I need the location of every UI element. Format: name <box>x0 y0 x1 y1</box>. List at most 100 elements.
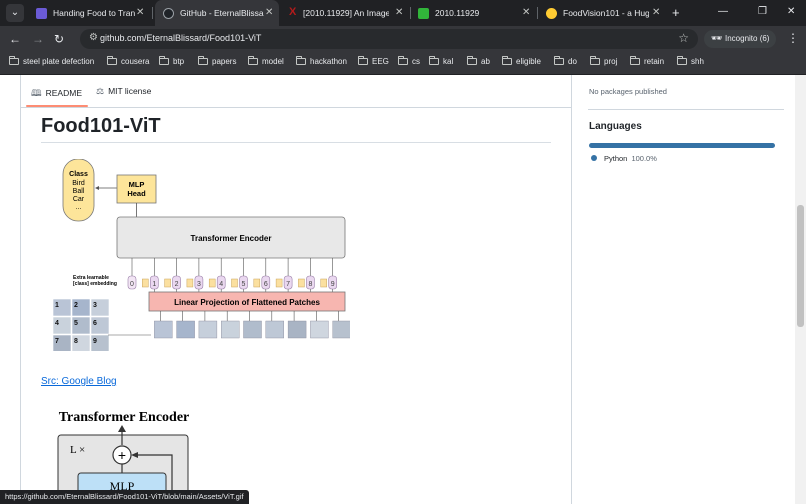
flattened-patch <box>265 320 285 339</box>
reload-icon[interactable]: ↻ <box>54 32 64 46</box>
position-embedding-box <box>142 278 149 288</box>
github-page: 🕮 README ⚖ MIT license Food101-ViT Class B… <box>0 75 806 504</box>
bookmark-folder[interactable]: ab <box>467 56 490 70</box>
language-name: Python <box>604 154 628 163</box>
position-embedding-box <box>253 278 261 288</box>
patch-number: 6 <box>93 320 97 327</box>
folder-icon <box>107 56 117 65</box>
folder-icon <box>590 56 600 65</box>
bookmark-folder[interactable]: eligible <box>502 56 541 70</box>
bookmark-folder[interactable]: papers <box>198 56 236 70</box>
tab-close-icon[interactable]: ✕ <box>652 7 660 18</box>
bookmark-folder[interactable]: retain <box>630 56 664 70</box>
token-index: 3 <box>197 281 201 288</box>
languages-heading: Languages <box>589 121 642 132</box>
tab-readme[interactable]: 🕮 README <box>31 86 82 102</box>
address-bar[interactable]: ⚙ github.com/EternalBlissard/Food101-ViT… <box>80 29 698 49</box>
menu-icon[interactable]: ⋮ <box>787 31 799 45</box>
tab-license[interactable]: ⚖ MIT license <box>96 86 151 97</box>
vit-architecture-image: Class Bird Ball Car ... MLP Head Transfo… <box>52 159 350 351</box>
position-embedding-box <box>231 278 238 288</box>
position-embedding-box <box>186 278 194 288</box>
token-index: 8 <box>308 281 312 288</box>
folder-icon <box>358 56 368 65</box>
class-item: Ball <box>73 188 85 195</box>
bookmark-folder[interactable]: btp <box>159 56 184 70</box>
tab-handing-food[interactable]: Handing Food to Transf ✕ <box>28 0 150 26</box>
plus-sign: + <box>118 447 126 463</box>
bookmark-folder[interactable]: hackathon <box>296 56 347 70</box>
no-packages-text: No packages published <box>589 87 667 96</box>
flattened-patch <box>332 320 350 339</box>
site-info-icon[interactable]: ⚙ <box>89 32 98 43</box>
folder-icon <box>198 56 208 65</box>
tab-foodvision[interactable]: FoodVision101 - a Huggi ✕ <box>538 0 666 26</box>
tab-pdf[interactable]: 2010.11929 ✕ <box>410 0 536 26</box>
patch-number: 3 <box>93 302 97 309</box>
sidebar-divider <box>588 109 784 110</box>
tab-close-icon[interactable]: ✕ <box>136 7 144 18</box>
bookmark-folder[interactable]: kal <box>429 56 453 70</box>
bookmark-folder[interactable]: shh <box>677 56 704 70</box>
lx-label: L × <box>70 444 85 456</box>
mlp-head-label: Head <box>127 189 146 198</box>
url-text: github.com/EternalBlissard/Food101-ViT <box>100 33 262 43</box>
tab-close-icon[interactable]: ✕ <box>265 7 273 18</box>
flattened-patch <box>198 320 218 339</box>
language-python[interactable]: Python 100.0% <box>591 154 657 163</box>
patch-number: 8 <box>74 338 78 345</box>
folder-icon <box>630 56 640 65</box>
token-index: 2 <box>175 281 179 288</box>
folder-icon <box>159 56 169 65</box>
scrollbar-thumb[interactable] <box>797 205 804 327</box>
class-item: ... <box>76 204 82 211</box>
bookmark-folder[interactable]: proj <box>590 56 617 70</box>
encoder-figure-title: Transformer Encoder <box>59 410 190 425</box>
minimize-icon[interactable]: — <box>718 6 728 17</box>
mlp-head-label: MLP <box>129 180 145 189</box>
incognito-label: Incognito (6) <box>725 34 770 43</box>
bookmark-star-icon[interactable]: ☆ <box>678 31 689 45</box>
language-color-dot <box>591 155 597 161</box>
incognito-button[interactable]: 🕶 Incognito (6) <box>704 30 776 48</box>
new-tab-button[interactable]: + <box>672 5 680 20</box>
patch-number: 2 <box>74 302 78 309</box>
transformer-encoder-label: Transformer Encoder <box>191 234 272 243</box>
folder-icon <box>398 56 408 65</box>
forward-icon[interactable]: → <box>32 32 44 46</box>
restore-icon[interactable]: ❐ <box>758 6 767 17</box>
position-embedding-box <box>298 278 305 288</box>
close-window-icon[interactable]: ✕ <box>787 6 795 17</box>
class-item: Car <box>73 196 85 203</box>
tab-title: GitHub - EternalBlissard <box>180 8 264 18</box>
folder-icon <box>9 56 19 65</box>
language-percent: 100.0% <box>631 154 657 163</box>
folder-icon <box>248 56 258 65</box>
token-index: 5 <box>242 281 246 288</box>
src-google-blog-link[interactable]: Src: Google Blog <box>41 376 117 387</box>
tab-favicon-icon <box>418 8 429 19</box>
tab-github[interactable]: GitHub - EternalBlissard ✕ <box>155 0 279 26</box>
bookmark-folder[interactable]: EEG <box>358 56 389 70</box>
linear-projection-label: Linear Projection of Flattened Patches <box>174 298 320 307</box>
incognito-icon: 🕶 <box>711 33 723 43</box>
bookmark-folder[interactable]: cs <box>398 56 420 70</box>
flattened-patch <box>220 320 240 339</box>
tab-close-icon[interactable]: ✕ <box>522 7 530 18</box>
token-index: 6 <box>264 281 268 288</box>
tab-search-button[interactable]: ⌄ <box>6 4 24 22</box>
token-index: 7 <box>286 281 290 288</box>
tab-title: [2010.11929] An Image is <box>303 8 389 18</box>
bookmark-folder[interactable]: steel plate defection <box>9 56 94 70</box>
back-icon[interactable]: ← <box>9 32 21 46</box>
flattened-patch <box>287 320 307 339</box>
patch-number: 1 <box>55 302 59 309</box>
bookmark-folder[interactable]: model <box>248 56 284 70</box>
bookmark-folder[interactable]: cousera <box>107 56 149 70</box>
tab-arxiv[interactable]: X [2010.11929] An Image is ✕ <box>281 0 409 26</box>
title-divider <box>41 142 551 143</box>
bookmark-folder[interactable]: do <box>554 56 577 70</box>
tab-close-icon[interactable]: ✕ <box>395 7 403 18</box>
folder-icon <box>429 56 439 65</box>
bookmarks-bar: steel plate defection cousera btp papers… <box>0 52 806 75</box>
